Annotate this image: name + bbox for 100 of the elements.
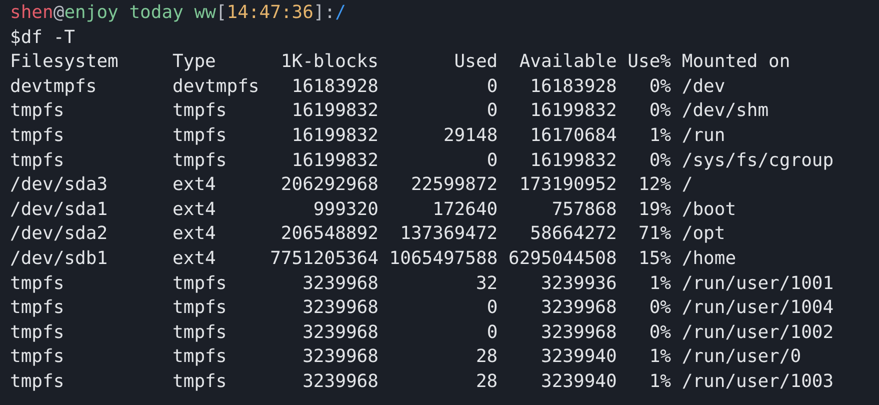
table-cell-text: devtmpfs	[10, 74, 98, 99]
column-header: 1K-blocks	[280, 50, 378, 74]
table-cell-text: tmpfs	[172, 296, 228, 320]
table-cell-text: tmpfs	[10, 99, 66, 124]
column-header: Mounted on	[671, 50, 856, 75]
table-cell-text: ext4	[172, 198, 217, 222]
table-cell: /run/user/1002	[671, 320, 856, 346]
table-cell-text: 0%	[648, 320, 672, 345]
column-header: Used	[453, 50, 498, 74]
table-cell-text: 3239936	[540, 272, 617, 296]
table-cell-text: 3239968	[302, 272, 378, 296]
table-cell-text: 3239968	[302, 320, 378, 345]
table-cell-text: 3239940	[540, 345, 617, 370]
table-cell-text: 32	[474, 272, 498, 296]
table-cell: /home	[671, 246, 856, 272]
table-cell: /run/user/1004	[671, 296, 856, 321]
table-cell-text: 0%	[648, 148, 672, 173]
table-cell-text: 16183928	[290, 74, 378, 99]
column-header: Filesystem	[10, 50, 173, 75]
table-cell-text: 71%	[638, 222, 672, 246]
table-cell-text: tmpfs	[172, 370, 228, 394]
table-cell: /run/user/1001	[671, 272, 856, 296]
table-cell-text: tmpfs	[10, 124, 66, 148]
table-cell-text: 0	[486, 99, 498, 124]
table-cell-text: 3239968	[540, 296, 617, 320]
table-cell-text: 3239968	[302, 345, 378, 370]
table-cell: /	[671, 173, 856, 198]
table-cell-text: 0	[486, 74, 498, 99]
table-cell-text: 1%	[648, 124, 672, 148]
table-cell-text: 0%	[648, 99, 672, 124]
table-cell-text: 16199832	[290, 99, 378, 124]
column-header: Type	[172, 50, 217, 74]
table-cell-text: tmpfs	[172, 320, 228, 345]
table-cell-text: 16199832	[529, 148, 617, 173]
table-cell-text: ext4	[172, 222, 217, 246]
table-cell-text: 19%	[638, 198, 672, 222]
table-cell-text: 6295044508	[507, 246, 617, 271]
table-cell-text: 0	[486, 320, 498, 345]
table-cell-text: 3239968	[302, 296, 378, 320]
table-cell-text: 137369472	[399, 222, 498, 246]
table-cell-text: tmpfs	[10, 320, 66, 345]
table-cell-text: tmpfs	[10, 345, 66, 370]
table-cell-text: 16199832	[290, 124, 378, 148]
table-cell-text: ext4	[172, 173, 217, 198]
table-cell-text: tmpfs	[10, 148, 66, 173]
table-cell-text: 1065497588	[388, 246, 498, 271]
table-cell-text: 7751205364	[270, 246, 378, 271]
table-cell-text: 22599872	[410, 173, 498, 198]
table-cell-text: 28	[474, 345, 498, 370]
table-cell-text: 3239968	[540, 320, 617, 345]
table-cell-text: tmpfs	[10, 272, 66, 296]
table-cell: /opt	[671, 222, 856, 247]
table-cell-text: tmpfs	[172, 345, 228, 370]
table-cell-text: 16170684	[529, 124, 617, 148]
table-cell-text: 173190952	[518, 173, 617, 198]
table-cell: /run/user/0	[671, 345, 856, 370]
table-cell-text: tmpfs	[10, 370, 66, 394]
table-cell-text: /dev/sdb1	[10, 246, 109, 271]
table-cell-text: devtmpfs	[172, 74, 260, 99]
table-cell-text: 16199832	[290, 148, 378, 173]
table-cell: /run	[671, 124, 856, 149]
table-cell-text: /dev/sda3	[10, 173, 109, 198]
table-cell-text: 16183928	[529, 74, 617, 99]
table-cell-text: 206292968	[280, 173, 378, 198]
table-cell: /boot	[671, 198, 856, 222]
table-cell-text: 28	[474, 370, 498, 394]
table-cell-text: /dev/sda2	[10, 222, 109, 246]
table-cell-text: 0%	[648, 296, 672, 320]
table-cell-text: 3239940	[540, 370, 617, 394]
table-cell-text: tmpfs	[172, 99, 228, 124]
table-cell: /run/user/1003	[671, 370, 856, 394]
table-cell-text: 0%	[648, 74, 672, 99]
table-cell: /sys/fs/cgroup	[671, 148, 856, 174]
table-cell-text: 29148	[442, 124, 498, 148]
column-header: Use%	[626, 50, 672, 74]
table-cell-text: 206548892	[280, 222, 378, 246]
prompt-line: shen@enjoy today ww[14:47:36]:/	[10, 1, 346, 25]
table-cell-text: 172640	[432, 198, 498, 222]
table-cell-text: /dev/sda1	[10, 198, 109, 222]
table-cell-text: 0	[486, 296, 498, 320]
table-cell-text: tmpfs	[10, 296, 66, 320]
table-cell: /dev	[671, 74, 856, 100]
table-cell-text: ext4	[172, 246, 217, 271]
table-cell-text: 757868	[550, 198, 617, 222]
table-cell-text: 3239968	[302, 370, 378, 394]
command-line: $df -T	[10, 26, 76, 50]
table-cell-text: 12%	[638, 173, 672, 198]
table-cell-text: 0	[486, 148, 498, 173]
table-cell-text: 1%	[648, 370, 672, 394]
table-cell-text: 1%	[648, 345, 672, 370]
table-cell-text: 16199832	[529, 99, 617, 124]
column-header: Available	[518, 50, 617, 74]
table-cell-text: 1%	[648, 272, 672, 296]
table-cell-text: 999320	[312, 198, 378, 222]
table-cell-text: 58664272	[529, 222, 617, 246]
table-cell-text: tmpfs	[172, 124, 228, 148]
table-cell-text: 15%	[638, 246, 672, 271]
table-cell-text: tmpfs	[172, 148, 228, 173]
table-cell-text: tmpfs	[172, 272, 228, 296]
table-cell: /dev/shm	[671, 99, 856, 124]
